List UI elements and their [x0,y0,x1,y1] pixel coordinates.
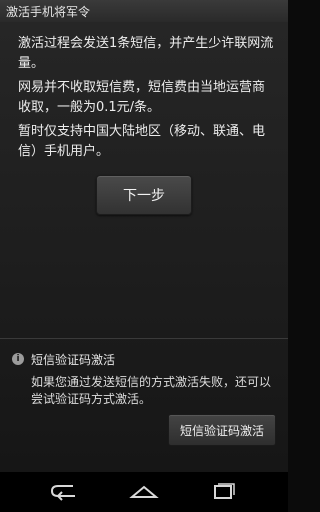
recent-apps-icon [214,483,235,499]
sms-section-title: 短信验证码激活 [31,352,116,367]
info-paragraph-sms: 激活过程会发送1条短信，并产生少许联网流量。 [18,36,274,71]
info-icon: i [12,353,24,365]
next-step-button[interactable]: 下一步 [96,175,192,215]
home-button[interactable] [124,480,164,504]
page-title: 激活手机将军令 [6,5,91,19]
sms-section-description: 如果您通过发送短信的方式激活失败，还可以尝试验证码方式激活。 [31,375,272,406]
home-icon [129,485,159,498]
back-icon [50,485,75,501]
title-bar: 激活手机将军令 [0,0,288,23]
info-paragraph-fee: 网易并不收取短信费，短信费由当地运营商收取，一般为0.1元/条。 [18,80,266,115]
back-button[interactable] [44,480,84,504]
sms-section-heading: i 短信验证码激活 [12,350,115,368]
system-nav-bar [0,472,288,512]
info-paragraph-region: 暂时仅支持中国大陆地区（移动、联通、电信）手机用户。 [18,124,266,159]
section-divider [0,338,288,339]
recent-apps-button[interactable] [204,480,244,504]
sms-code-activate-button[interactable]: 短信验证码激活 [168,414,276,446]
